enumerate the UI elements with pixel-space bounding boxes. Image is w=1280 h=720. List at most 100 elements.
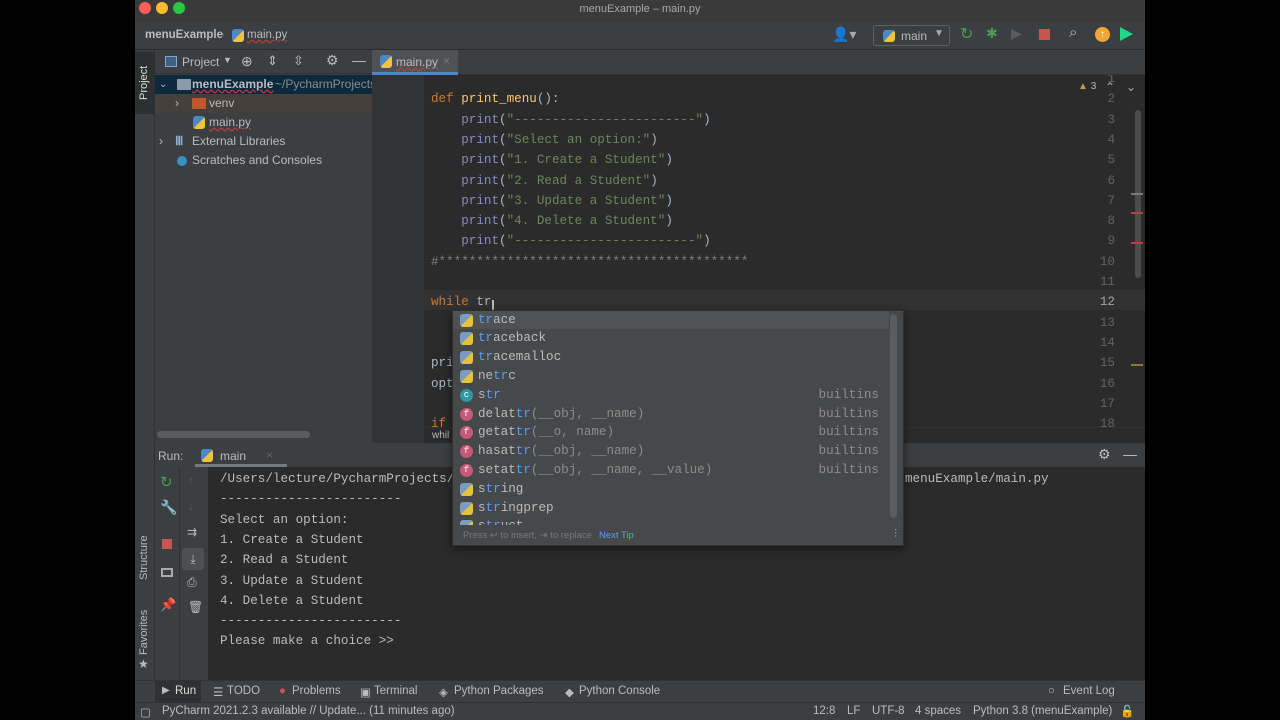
module-icon bbox=[460, 332, 473, 346]
tool-python-packages-button[interactable]: Python Packages bbox=[454, 685, 544, 697]
code-token: ) bbox=[650, 132, 658, 147]
more-options-icon[interactable]: ⋮ bbox=[891, 528, 901, 539]
module-icon bbox=[460, 369, 473, 383]
hide-icon[interactable]: — bbox=[1123, 446, 1137, 462]
popup-scrollbar[interactable] bbox=[890, 314, 897, 518]
stop-icon[interactable] bbox=[1039, 29, 1050, 40]
code-token: while bbox=[431, 295, 477, 310]
completion-item[interactable]: struct bbox=[453, 517, 889, 525]
indent-setting[interactable]: 4 spaces bbox=[915, 705, 961, 717]
breadcrumb-file[interactable]: main.py bbox=[247, 29, 287, 41]
warning-indicator[interactable]: ▲ 3 bbox=[1078, 81, 1096, 92]
run-config-label: main bbox=[901, 29, 928, 43]
toggle-tool-windows-icon[interactable]: ▢ bbox=[140, 705, 151, 719]
tree-item-external-libraries[interactable]: › Ⅲ External Libraries bbox=[155, 132, 372, 151]
horizontal-scrollbar[interactable] bbox=[157, 431, 310, 438]
structure-tool-button[interactable]: Structure bbox=[135, 520, 155, 590]
line-number: 15 bbox=[1099, 356, 1115, 371]
error-stripe-mark[interactable] bbox=[1131, 242, 1143, 244]
tool-run-button[interactable]: ▶ Run bbox=[155, 681, 201, 702]
code-token: opt bbox=[431, 376, 454, 391]
completion-item[interactable]: f getattr(__o, name) builtins bbox=[453, 423, 889, 442]
tab-main-py[interactable]: main.py × bbox=[372, 50, 458, 75]
code-token: print bbox=[431, 193, 500, 208]
code-token: ) bbox=[703, 112, 711, 127]
code-with-me-icon[interactable] bbox=[1120, 27, 1133, 41]
line-number: 5 bbox=[1107, 153, 1115, 168]
code-token: ( bbox=[499, 132, 507, 147]
completion-item[interactable]: stringprep bbox=[453, 499, 889, 518]
debug-bug-icon[interactable]: ✱ bbox=[986, 25, 998, 42]
completion-pre: ne bbox=[478, 368, 494, 383]
tool-todo-button[interactable]: TODO bbox=[227, 685, 260, 697]
next-highlight-icon[interactable]: ⌄ bbox=[1126, 80, 1136, 94]
project-tool-button[interactable]: Project bbox=[135, 52, 155, 114]
run-tab-main[interactable]: main × bbox=[195, 445, 287, 467]
update-icon[interactable]: ↑ bbox=[1095, 27, 1110, 42]
expand-all-icon[interactable]: ⇕ bbox=[267, 53, 278, 69]
warning-icon: ▲ bbox=[1078, 81, 1088, 92]
tree-item-scratches[interactable]: Scratches and Consoles bbox=[155, 151, 372, 170]
code-token: "4. Delete a Student" bbox=[506, 214, 666, 229]
status-message[interactable]: PyCharm 2021.2.3 available // Update... … bbox=[162, 705, 455, 717]
close-tab-icon[interactable]: × bbox=[266, 448, 273, 462]
project-view-select[interactable]: Project bbox=[182, 55, 219, 69]
python-icon bbox=[201, 449, 213, 462]
completion-post: ace bbox=[493, 312, 516, 327]
line-number: 9 bbox=[1107, 234, 1115, 249]
hide-icon[interactable]: — bbox=[352, 52, 366, 68]
completion-item[interactable]: tracemalloc bbox=[453, 348, 889, 367]
rerun-icon[interactable]: ↻ bbox=[960, 24, 973, 44]
tool-python-console-button[interactable]: Python Console bbox=[579, 685, 660, 697]
completion-pre: s bbox=[478, 481, 486, 496]
completion-item[interactable]: traceback bbox=[453, 329, 889, 348]
error-stripe-mark[interactable] bbox=[1131, 193, 1143, 195]
gear-icon[interactable]: ⚙ bbox=[1098, 446, 1111, 463]
completion-match: tr bbox=[478, 331, 494, 346]
completion-args: (__obj, __name) bbox=[530, 444, 645, 459]
breadcrumb-while[interactable]: whil bbox=[432, 430, 449, 441]
close-tab-icon[interactable]: × bbox=[443, 54, 450, 68]
line-separator[interactable]: LF bbox=[847, 705, 860, 717]
module-icon bbox=[460, 501, 473, 515]
chevron-down-icon: ▼ bbox=[934, 28, 944, 39]
completion-item[interactable]: f delattr(__obj, __name) builtins bbox=[453, 405, 889, 424]
completion-match: tr bbox=[515, 425, 531, 440]
completion-args: (__obj, __name, __value) bbox=[530, 462, 713, 477]
breadcrumb-project[interactable]: menuExample bbox=[145, 29, 223, 41]
completion-item[interactable]: f setattr(__obj, __name, __value) builtins bbox=[453, 461, 889, 480]
completion-item[interactable]: c str builtins bbox=[453, 386, 889, 405]
tree-item-menuExample[interactable]: ⌄ menuExample ~/PycharmProjects bbox=[155, 75, 376, 94]
code-token: ) bbox=[665, 214, 673, 229]
completion-label: struct bbox=[478, 517, 523, 525]
completion-item[interactable]: netrc bbox=[453, 367, 889, 386]
attach-debugger-icon[interactable]: ▶ bbox=[1011, 25, 1022, 42]
completion-pre: s bbox=[478, 519, 486, 525]
next-tip-link[interactable]: Next Tip bbox=[599, 530, 634, 541]
search-icon[interactable]: ⌕ bbox=[1069, 24, 1077, 41]
lock-icon[interactable]: 🔓 bbox=[1120, 704, 1134, 718]
completion-label: hasattr(__obj, __name) bbox=[478, 442, 644, 461]
completion-post: ing bbox=[500, 481, 524, 496]
tree-item-main-py[interactable]: main.py bbox=[155, 113, 372, 132]
caret-position[interactable]: 12:8 bbox=[813, 705, 835, 717]
collapse-all-icon[interactable]: ⇳ bbox=[293, 53, 304, 69]
interpreter-select[interactable]: Python 3.8 (menuExample) bbox=[973, 705, 1112, 717]
favorites-tool-button[interactable]: Favorites ★ bbox=[135, 605, 155, 675]
event-log-button[interactable]: Event Log bbox=[1063, 685, 1115, 697]
run-config-select[interactable]: main ▼ bbox=[873, 25, 950, 46]
file-encoding[interactable]: UTF-8 bbox=[872, 705, 905, 717]
vcs-user-icon[interactable]: 👤▾ bbox=[832, 26, 856, 43]
previous-highlight-icon[interactable]: ⌃ bbox=[1105, 80, 1115, 94]
tool-terminal-button[interactable]: Terminal bbox=[374, 685, 417, 697]
locate-icon[interactable]: ⊕ bbox=[241, 53, 253, 70]
tool-problems-button[interactable]: Problems bbox=[292, 685, 341, 697]
completion-item[interactable]: trace bbox=[453, 311, 889, 330]
error-stripe-mark[interactable] bbox=[1131, 364, 1143, 366]
error-stripe-mark[interactable] bbox=[1131, 212, 1143, 214]
gear-icon[interactable]: ⚙ bbox=[326, 52, 339, 69]
completion-item[interactable]: string bbox=[453, 480, 889, 499]
completion-item[interactable]: f hasattr(__obj, __name) builtins bbox=[453, 442, 889, 461]
tree-item-venv[interactable]: › venv bbox=[155, 94, 372, 113]
code-token: ( bbox=[499, 173, 507, 188]
